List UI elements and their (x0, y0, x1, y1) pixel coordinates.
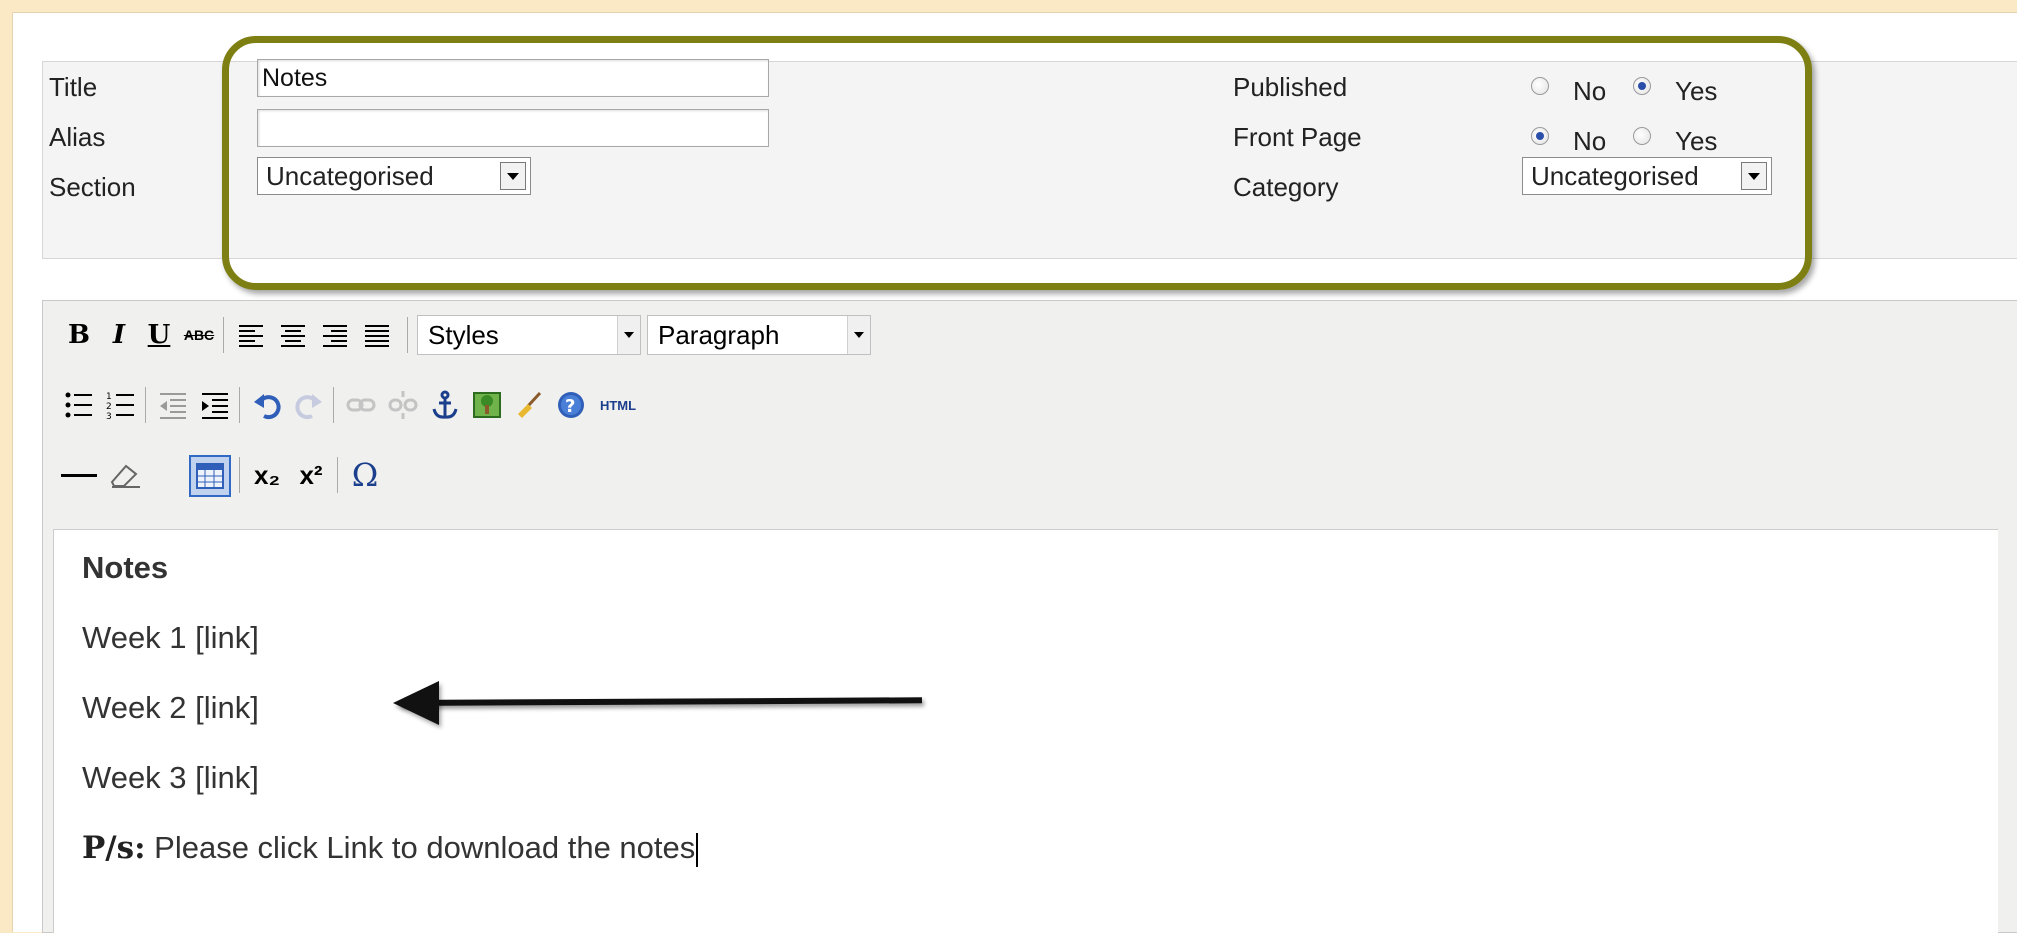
help-button[interactable]: ? (553, 387, 589, 423)
toolbar-separator (145, 387, 146, 423)
text-caret (696, 832, 699, 867)
published-yes-label: Yes (1675, 76, 1718, 106)
link-button[interactable] (343, 387, 379, 423)
unordered-list-button[interactable] (61, 387, 97, 423)
outdent-button[interactable] (155, 387, 191, 423)
rich-text-editor: B I U ABC Styles Paragraph 123 ? HTML x₂… (42, 300, 2017, 933)
undo-icon (254, 394, 281, 420)
styles-dropdown-label: Styles (428, 319, 499, 350)
alias-label: Alias (49, 122, 106, 152)
content-note: P/s: Please click Link to download the n… (82, 830, 699, 867)
published-no-label: No (1573, 76, 1607, 106)
anchor-button[interactable] (427, 387, 463, 423)
indent-icon (202, 393, 228, 419)
link-icon (346, 398, 376, 412)
html-source-button[interactable]: HTML (593, 387, 643, 423)
image-icon (473, 392, 501, 418)
align-left-button[interactable] (233, 317, 269, 353)
subscript-button[interactable]: x₂ (249, 457, 285, 493)
superscript-button[interactable]: x² (293, 457, 329, 493)
chevron-down-icon (847, 316, 870, 354)
note-text: Please click Link to download the notes (145, 830, 696, 865)
article-details-panel: Title Alias Section Uncategorised Publis… (42, 59, 2017, 259)
paragraph-format-dropdown[interactable]: Paragraph (647, 315, 871, 355)
align-right-button[interactable] (317, 317, 353, 353)
table-icon (196, 463, 224, 489)
table-button[interactable] (189, 455, 231, 497)
strikethrough-button[interactable]: ABC (181, 317, 217, 353)
svg-text:2: 2 (106, 402, 112, 412)
horizontal-rule-button[interactable] (61, 457, 97, 493)
broom-icon (518, 391, 542, 418)
align-center-button[interactable] (275, 317, 311, 353)
chevron-down-icon (617, 316, 640, 354)
align-right-icon (323, 325, 347, 347)
frontpage-yes-radio[interactable] (1633, 127, 1651, 145)
redo-icon (295, 394, 322, 420)
styles-dropdown[interactable]: Styles (417, 315, 641, 355)
eraser-icon (110, 464, 140, 488)
align-left-icon (239, 325, 263, 347)
note-prefix: P/s: (82, 830, 146, 866)
italic-button[interactable]: I (101, 317, 137, 353)
toolbar-separator (333, 387, 334, 423)
alias-input[interactable] (257, 109, 769, 147)
published-no-radio[interactable] (1531, 77, 1549, 95)
undo-button[interactable] (249, 387, 285, 423)
content-line-week-1: Week 1 [link] (82, 620, 259, 655)
content-line-week-3: Week 3 [link] (82, 760, 259, 795)
published-yes-radio[interactable] (1633, 77, 1651, 95)
svg-text:?: ? (565, 396, 575, 417)
toolbar-separator (239, 457, 240, 493)
editor-content-area[interactable]: Notes Week 1 [link] Week 2 [link] Week 3… (53, 529, 1998, 933)
indent-button[interactable] (197, 387, 233, 423)
chevron-down-icon (1741, 162, 1767, 190)
cleanup-button[interactable] (511, 387, 547, 423)
section-label: Section (49, 172, 136, 202)
content-heading: Notes (82, 550, 169, 585)
ordered-list-button[interactable]: 123 (103, 387, 139, 423)
paragraph-format-label: Paragraph (658, 319, 780, 350)
help-icon: ? (558, 392, 584, 418)
title-label: Title (49, 72, 98, 102)
category-label: Category (1233, 172, 1339, 202)
align-center-icon (281, 325, 305, 347)
svg-text:3: 3 (106, 412, 112, 420)
horizontal-rule-icon (61, 474, 97, 477)
section-select[interactable]: Uncategorised (257, 157, 531, 195)
align-justify-icon (365, 325, 389, 347)
unlink-button[interactable] (385, 387, 421, 423)
frontpage-label: Front Page (1233, 122, 1362, 152)
toolbar-separator (239, 387, 240, 423)
published-label: Published (1233, 72, 1348, 102)
remove-format-button[interactable] (107, 457, 143, 493)
align-justify-button[interactable] (359, 317, 395, 353)
special-character-button[interactable]: Ω (347, 456, 383, 494)
toolbar-separator (407, 317, 408, 353)
anchor-icon (432, 390, 458, 419)
title-input[interactable] (257, 59, 769, 97)
toolbar-separator (223, 317, 224, 353)
numbered-list-icon: 123 (106, 392, 134, 420)
outdent-icon (160, 393, 186, 419)
svg-text:1: 1 (106, 392, 112, 402)
category-select[interactable]: Uncategorised (1522, 157, 1772, 195)
bold-button[interactable]: B (61, 317, 97, 353)
image-button[interactable] (469, 387, 505, 423)
editor-toolbar: B I U ABC Styles Paragraph 123 ? HTML x₂… (43, 301, 2017, 529)
toolbar-separator (337, 457, 338, 493)
category-select-value: Uncategorised (1531, 160, 1699, 191)
chevron-down-icon (500, 162, 526, 190)
redo-button[interactable] (291, 387, 327, 423)
unlink-icon (388, 391, 418, 419)
section-select-value: Uncategorised (266, 160, 434, 191)
content-line-week-2: Week 2 [link] (82, 690, 259, 725)
frontpage-no-radio[interactable] (1531, 127, 1549, 145)
underline-button[interactable]: U (141, 317, 177, 353)
annotation-arrow-icon (393, 681, 439, 725)
bullet-list-icon (65, 392, 92, 418)
